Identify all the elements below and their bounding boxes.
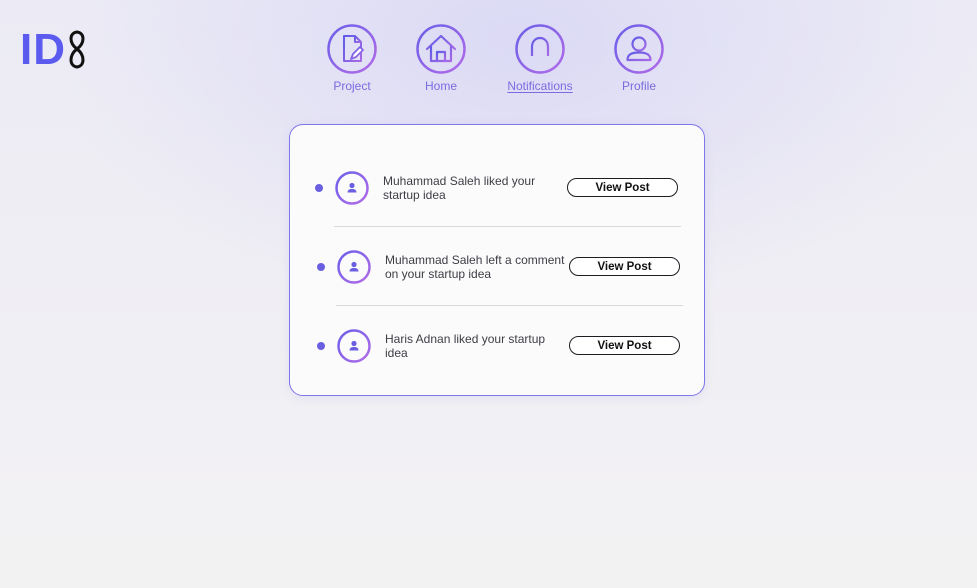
user-avatar-icon (337, 329, 371, 363)
notification-item: Haris Adnan liked your startup idea View… (290, 321, 706, 371)
notification-text: Muhammad Saleh left a comment on your st… (385, 253, 565, 281)
notification-text: Muhammad Saleh liked your startup idea (383, 174, 536, 202)
view-post-button[interactable]: View Post (569, 336, 680, 355)
nav-label-profile: Profile (621, 79, 656, 93)
view-post-button[interactable]: View Post (567, 178, 678, 197)
nav-label-home: Home (424, 79, 457, 93)
document-edit-icon (327, 24, 377, 74)
user-avatar-icon (337, 250, 371, 284)
nav-item-profile[interactable]: Profile (594, 24, 684, 93)
unread-dot (315, 184, 323, 192)
nav-label-notifications: Notifications (507, 79, 573, 93)
top-navigation: Project Home Notifications Profile (0, 24, 977, 104)
user-avatar-icon (335, 171, 369, 205)
notification-text: Haris Adnan liked your startup idea (385, 332, 546, 360)
divider (336, 305, 683, 306)
nav-item-project[interactable]: Project (307, 24, 397, 93)
nav-item-notifications[interactable]: Notifications (495, 24, 585, 93)
bell-icon (515, 24, 565, 74)
home-icon (416, 24, 466, 74)
nav-item-home[interactable]: Home (396, 24, 486, 93)
nav-label-project: Project (333, 79, 371, 93)
notification-item: Muhammad Saleh liked your startup idea V… (290, 163, 706, 213)
notification-item: Muhammad Saleh left a comment on your st… (290, 242, 706, 292)
user-icon (614, 24, 664, 74)
unread-dot (317, 342, 325, 350)
unread-dot (317, 263, 325, 271)
divider (334, 226, 681, 227)
view-post-button[interactable]: View Post (569, 257, 680, 276)
notifications-card: Muhammad Saleh liked your startup idea V… (289, 124, 705, 396)
